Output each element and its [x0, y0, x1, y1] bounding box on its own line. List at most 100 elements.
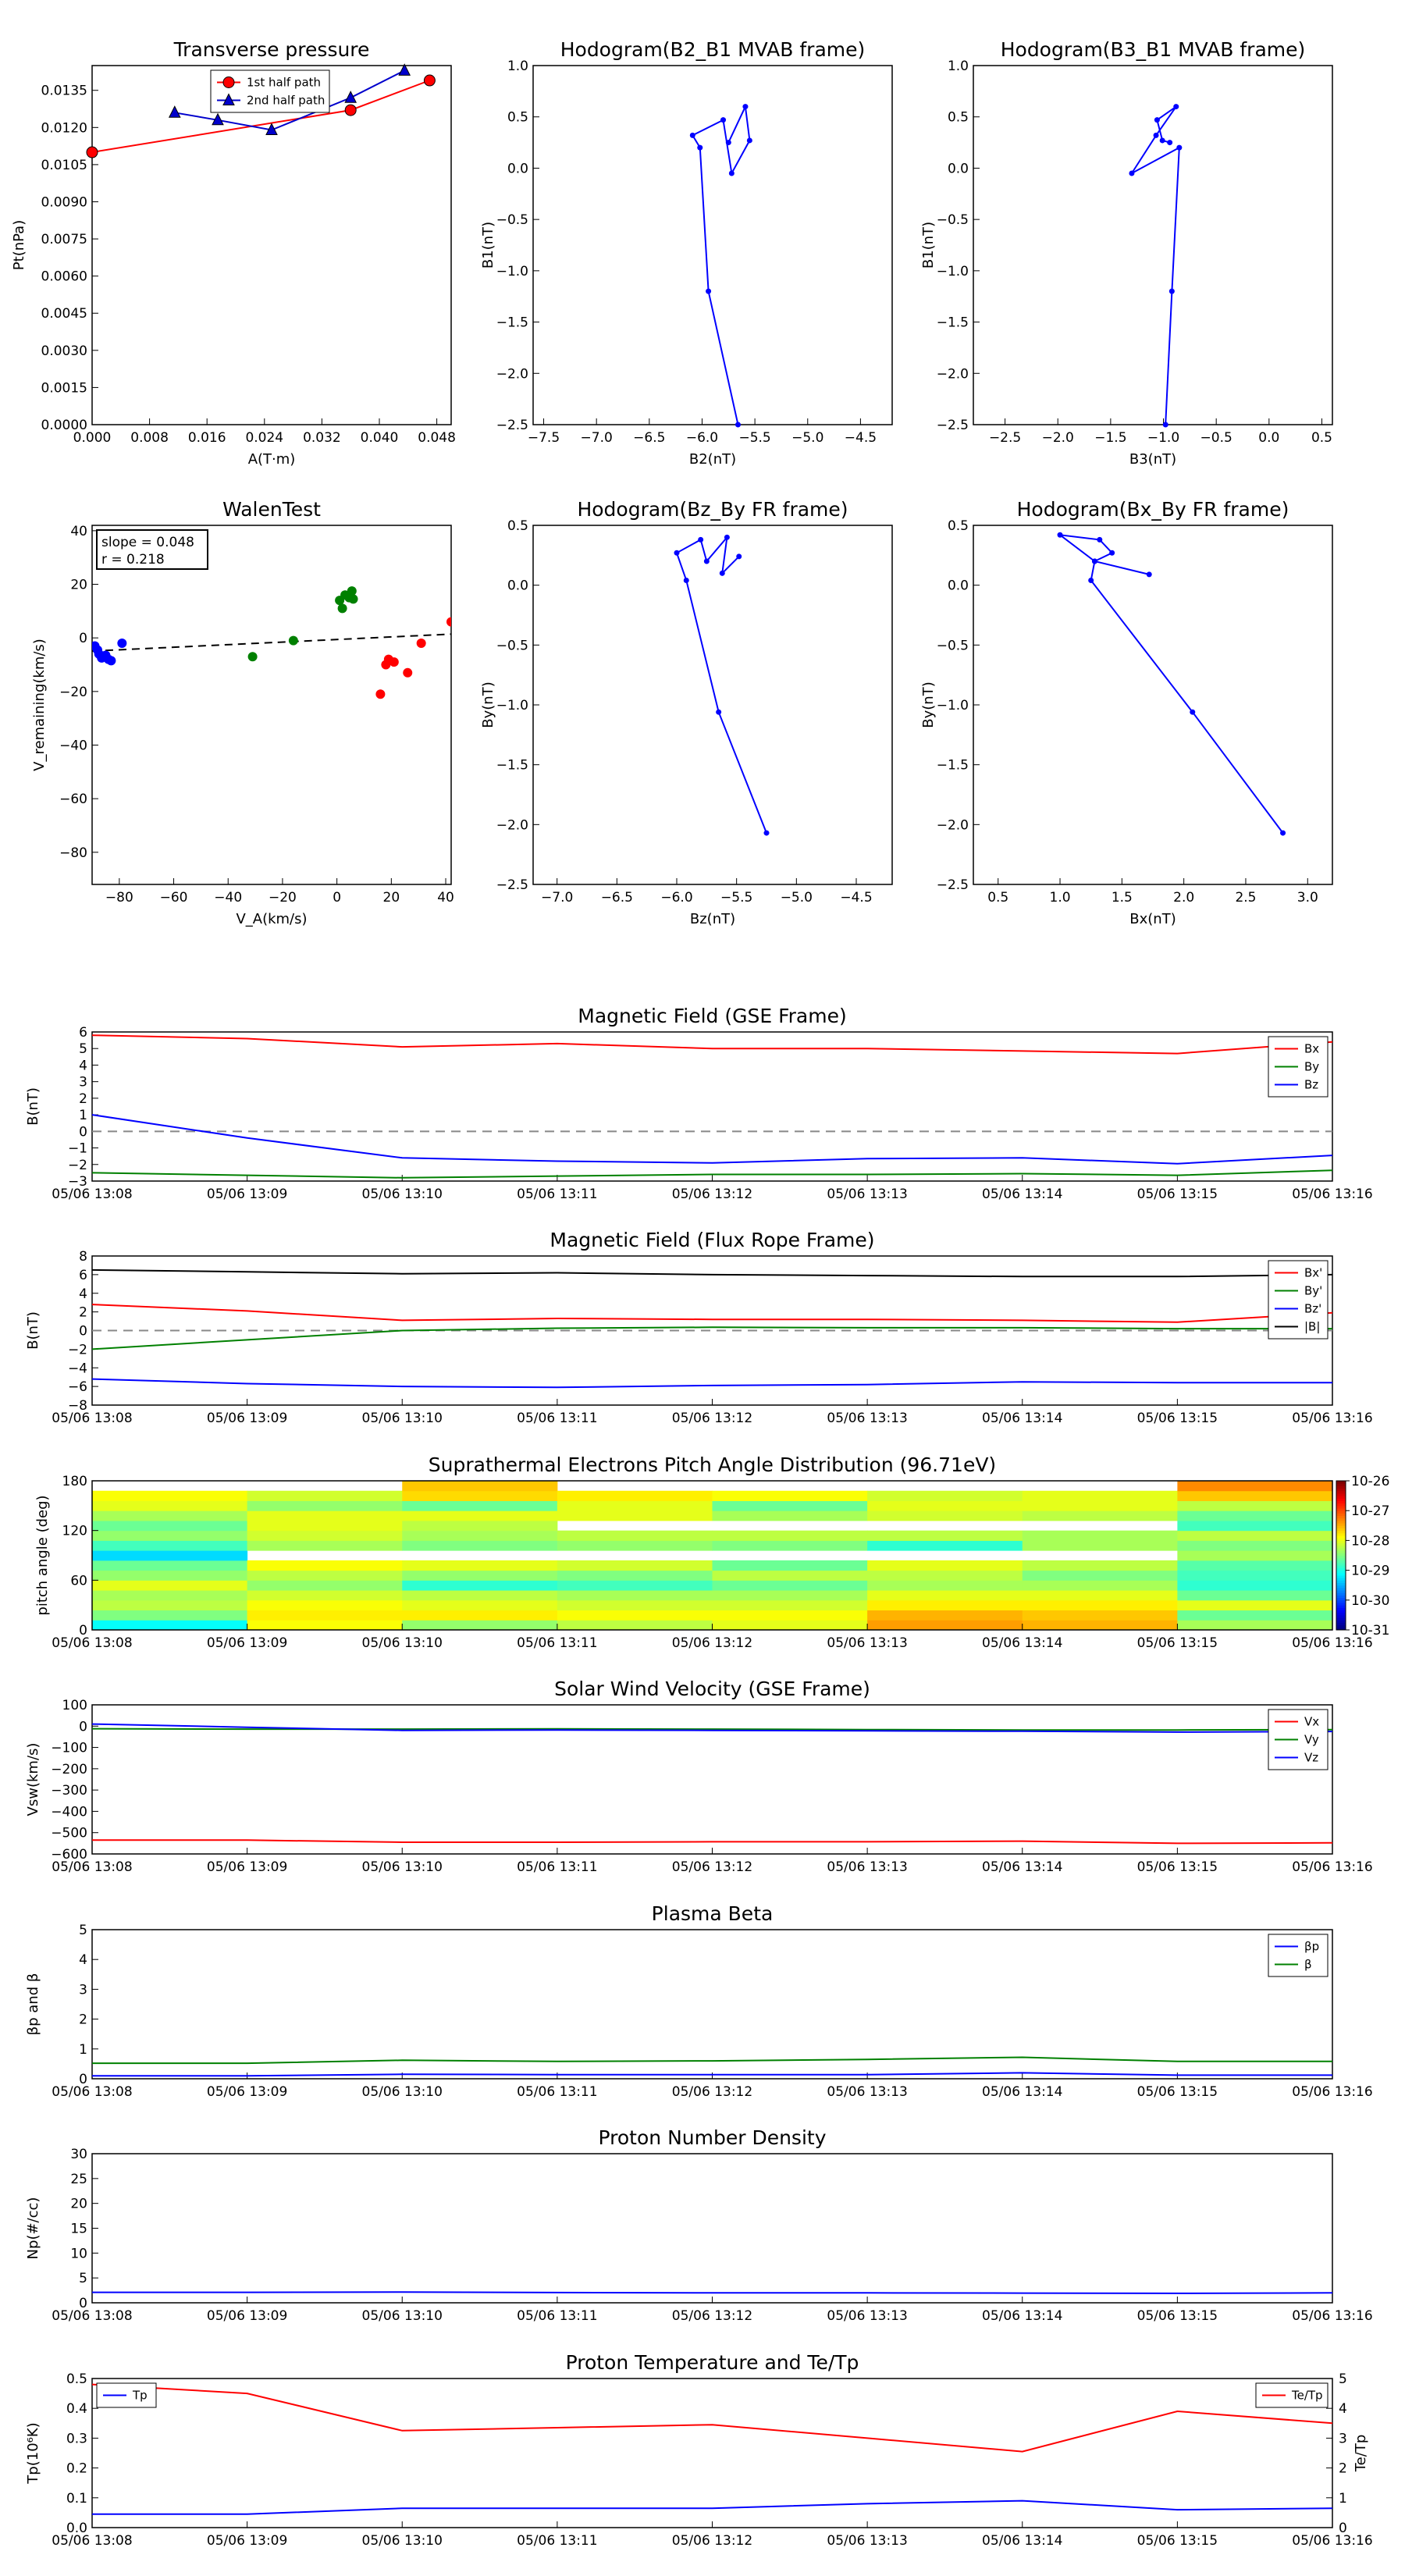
legend-entry: Vz: [1304, 1751, 1318, 1765]
colorbar-segment: [1336, 1555, 1346, 1559]
time-tick-label: 05/06 13:08: [52, 2084, 132, 2100]
time-tick-label: 05/06 13:10: [362, 2308, 443, 2324]
y-tick-label: −1.5: [937, 758, 969, 774]
data-point: [1168, 288, 1175, 294]
series-line: [92, 2383, 1332, 2453]
panel-proton-temperature: Proton Temperature and Te/Tp05/06 13:08 0…: [25, 2351, 1373, 2549]
heatmap-cell: [712, 1540, 868, 1551]
y-tick-label: −2: [68, 1342, 87, 1357]
data-point: [1162, 422, 1168, 428]
y-tick-label: −0.5: [496, 212, 528, 228]
panel-solar-wind-velocity: Solar Wind Velocity (GSE Frame) 05/06 13:…: [25, 1678, 1373, 1875]
colorbar-segment: [1336, 1538, 1346, 1541]
colorbar-segment: [1336, 1599, 1346, 1603]
x-tick-label: 2.0: [1173, 890, 1194, 906]
y-tick-label: 0: [79, 1124, 87, 1140]
time-tick-label: 05/06 13:16: [1292, 2308, 1372, 2324]
y-tick-label: 0.0: [66, 2521, 87, 2536]
heatmap-cell: [1177, 1580, 1333, 1591]
heatmap-cell: [1022, 1599, 1178, 1611]
heatmap-cell: [92, 1580, 248, 1591]
colorbar-segment: [1336, 1498, 1346, 1501]
y-tick-label: 0.0045: [41, 306, 87, 322]
heatmap-cell: [92, 1500, 248, 1511]
chart-title: Magnetic Field (GSE Frame): [578, 1005, 846, 1027]
heatmap-cell: [1177, 1520, 1333, 1532]
panel-proton-number-density: Proton Number Density 05/06 13:08 05/06 13…: [25, 2126, 1373, 2324]
series-line: [92, 2500, 1332, 2515]
scatter-point: [247, 652, 258, 662]
legend-entry: Vy: [1304, 1733, 1319, 1747]
data-point: [735, 422, 741, 428]
y-tick-label-right: 2: [1339, 2461, 1347, 2477]
heatmap-cell: [557, 1570, 713, 1581]
heatmap-cell: [712, 1560, 868, 1571]
data-point: [674, 550, 680, 556]
y-axis-label: B1(nT): [480, 222, 496, 269]
data-point: [1097, 536, 1103, 543]
y-tick-label: 5: [79, 2271, 87, 2286]
heatmap-cell: [247, 1500, 403, 1511]
data-point: [725, 140, 731, 146]
colorbar-segment: [1336, 1528, 1346, 1532]
series-line: [92, 1839, 1332, 1845]
colorbar-segment: [1336, 1605, 1346, 1608]
heatmap-cell: [247, 1520, 403, 1532]
heatmap-cell: [92, 1490, 248, 1501]
heatmap-cell: [557, 1620, 713, 1631]
x-tick-label: 0.032: [303, 430, 341, 446]
heatmap-cell: [1177, 1500, 1333, 1511]
x-tick-label: −6.0: [660, 890, 692, 906]
time-tick-label: 05/06 13:14: [982, 1859, 1062, 1875]
plot-frame: [91, 525, 452, 885]
y-tick-label: 4: [79, 1286, 87, 1302]
time-tick-label: 05/06 13:13: [827, 2084, 907, 2100]
x-axis-label: A(T·m): [248, 451, 296, 468]
y-tick-label: 1.0: [948, 59, 969, 74]
data-point: [1057, 532, 1063, 538]
heatmap-cell: [92, 1590, 248, 1601]
colorbar-segment: [1336, 1503, 1346, 1507]
heatmap-cell: [867, 1590, 1023, 1601]
heatmap-cell: [867, 1620, 1023, 1631]
heatmap-cell: [712, 1580, 868, 1591]
colorbar-segment: [1336, 1617, 1346, 1621]
data-point: [728, 170, 735, 176]
heatmap-cell: [867, 1500, 1023, 1511]
y-tick-label: 3: [79, 1075, 87, 1091]
panel-magnetic-field-gse: Magnetic Field (GSE Frame) 05/06 13:08 05/…: [25, 1005, 1373, 1202]
y-axis-label: By(nT): [480, 681, 496, 728]
data-point: [344, 91, 357, 103]
colorbar-segment: [1336, 1520, 1346, 1524]
x-axis-label: Bz(nT): [690, 911, 735, 927]
colorbar-segment: [1336, 1496, 1346, 1499]
colorbar-segment: [1336, 1532, 1346, 1536]
y-tick-label: −1.5: [937, 315, 969, 331]
heatmap-cell: [557, 1500, 713, 1511]
panel-magnetic-field-fr: Magnetic Field (Flux Rope Frame) 05/06 13…: [25, 1229, 1373, 1426]
scatter-point: [416, 639, 426, 649]
y-tick-label: 4: [79, 1952, 87, 1968]
panel-hodogram-b3-b1: Hodogram(B3_B1 MVAB frame) −2.5 −2.0 −1.5 −1…: [920, 38, 1333, 468]
colorbar-tick-label: 10-29: [1351, 1564, 1389, 1579]
data-point: [736, 553, 742, 560]
y-tick-label: −2: [68, 1158, 87, 1173]
heatmap-cell: [92, 1560, 248, 1571]
colorbar-segment: [1336, 1612, 1346, 1616]
x-axis-label: Bx(nT): [1129, 911, 1176, 927]
data-point: [716, 709, 722, 715]
time-tick-label: 05/06 13:14: [982, 1635, 1062, 1651]
legend-entry: By: [1304, 1060, 1319, 1074]
heatmap-cell: [712, 1590, 868, 1601]
colorbar-segment: [1336, 1574, 1346, 1578]
data-point: [1091, 558, 1097, 564]
time-tick-label: 05/06 13:08: [52, 1635, 132, 1651]
data-point: [742, 104, 749, 110]
y-axis-label: B(nT): [25, 1087, 41, 1126]
heatmap-cell: [1022, 1570, 1178, 1581]
heatmap-cell: [402, 1490, 558, 1501]
scatter-point: [403, 667, 413, 678]
heatmap-cell: [867, 1560, 1023, 1571]
legend-entry: Te/Tp: [1291, 2389, 1323, 2403]
time-tick-label: 05/06 13:12: [672, 2308, 752, 2324]
